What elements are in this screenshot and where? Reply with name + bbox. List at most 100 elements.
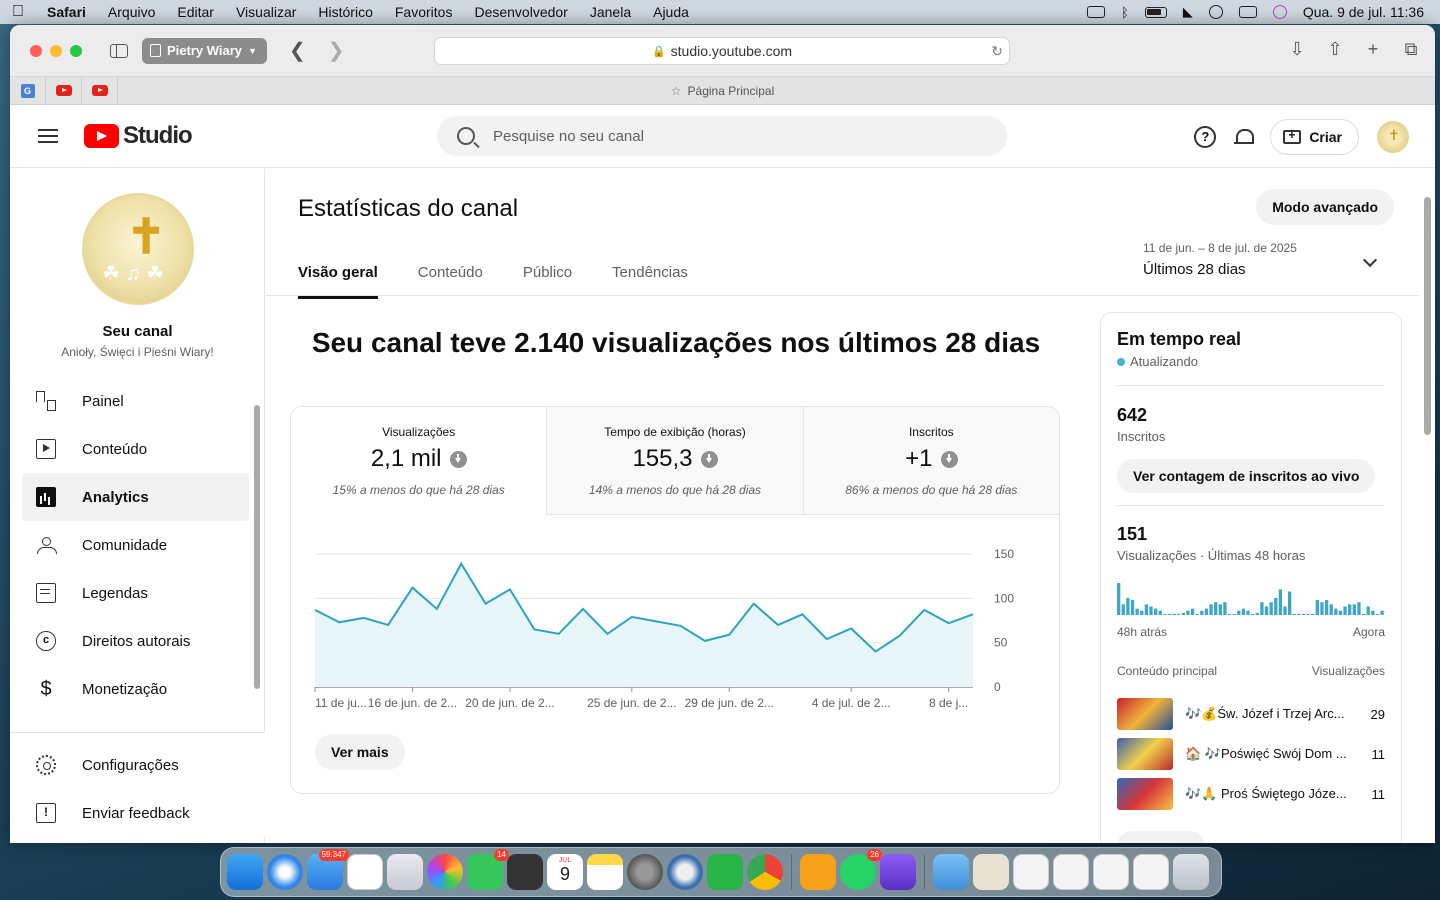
keyboard-input-icon[interactable] bbox=[1087, 6, 1106, 18]
wifi-icon[interactable]: ◣ bbox=[1183, 4, 1193, 20]
forward-icon[interactable]: ❯ bbox=[328, 38, 345, 63]
top-content-row[interactable]: 🏠 🎶Poświęć Swój Dom ... 11 bbox=[1117, 738, 1385, 770]
pages-icon[interactable] bbox=[800, 854, 836, 890]
views-line-chart[interactable]: 0 50 100 150 11 de ju... 16 de jun. de 2... 20… bbox=[291, 515, 1060, 725]
finder-icon[interactable] bbox=[227, 854, 263, 890]
create-button[interactable]: Criar bbox=[1270, 119, 1359, 155]
menu-historico[interactable]: Histórico bbox=[307, 4, 383, 20]
apple-menu-icon[interactable]:  bbox=[0, 3, 36, 21]
top-content-row[interactable]: 🎶💰Św. Józef i Trzej Arc... 29 bbox=[1117, 698, 1385, 730]
top-content-row[interactable]: 🎶🙏 Proś Świętego Józe... 11 bbox=[1117, 778, 1385, 810]
new-tab-icon[interactable]: + bbox=[1363, 39, 1383, 60]
sidebar-item-painel[interactable]: Painel bbox=[22, 377, 249, 425]
search-input[interactable] bbox=[493, 127, 963, 145]
live-subscriber-count-button[interactable]: Ver contagem de inscritos ao vivo bbox=[1117, 459, 1376, 493]
mail-icon[interactable]: 59.347 bbox=[307, 849, 349, 890]
downloads-folder-icon[interactable] bbox=[933, 854, 969, 890]
sidebar-item-conteudo[interactable]: Conteúdo bbox=[22, 425, 249, 473]
zoom-window-button[interactable] bbox=[70, 44, 82, 57]
tab-overview-icon[interactable]: ⧉ bbox=[1401, 39, 1421, 60]
siri-icon[interactable] bbox=[1272, 5, 1287, 19]
realtime-bar bbox=[1306, 614, 1310, 615]
whatsapp-icon[interactable]: 26 bbox=[840, 849, 882, 890]
pinned-tab-translate[interactable]: G bbox=[10, 76, 46, 105]
menu-editar[interactable]: Editar bbox=[166, 4, 225, 20]
studio-logo-text: Studio bbox=[123, 122, 193, 149]
tab-publico[interactable]: Público bbox=[523, 264, 572, 299]
active-tab[interactable]: ☆ Página Principal bbox=[10, 84, 1435, 98]
menu-favoritos[interactable]: Favoritos bbox=[384, 4, 464, 20]
sidebar-item-configuracoes[interactable]: Configurações bbox=[22, 741, 253, 789]
see-more-button[interactable]: Ver mais bbox=[315, 734, 405, 770]
sidebar-item-enviar-feedback[interactable]: ! Enviar feedback bbox=[22, 789, 253, 837]
menu-arquivo[interactable]: Arquivo bbox=[97, 4, 166, 20]
menu-app-name[interactable]: Safari bbox=[36, 4, 97, 20]
page-scrollbar[interactable] bbox=[1424, 197, 1431, 435]
capcut-icon[interactable] bbox=[347, 854, 383, 890]
calendar-icon[interactable]: JUL 9 bbox=[547, 854, 583, 890]
sidebar-item-comunidade[interactable]: Comunidade bbox=[22, 521, 249, 569]
pinned-tab-youtube[interactable] bbox=[46, 76, 82, 105]
facetime-icon[interactable]: 14 bbox=[467, 849, 509, 890]
document-icon[interactable] bbox=[1053, 854, 1089, 890]
studio-logo[interactable]: Studio bbox=[84, 122, 193, 150]
menu-visualizar[interactable]: Visualizar bbox=[225, 4, 307, 20]
quicktime-icon[interactable] bbox=[667, 854, 703, 890]
menu-bar-clock[interactable]: Qua. 9 de jul. 11:36 bbox=[1303, 4, 1424, 20]
sidebar-item-direitos-autorais[interactable]: c Direitos autorais bbox=[22, 617, 249, 665]
live-dot-icon bbox=[1117, 357, 1125, 366]
metric-watch-time[interactable]: Tempo de exibição (horas) 155,3 14% a me… bbox=[546, 407, 803, 515]
sidebar-item-legendas[interactable]: Legendas bbox=[22, 569, 249, 617]
system-settings-icon[interactable] bbox=[627, 854, 663, 890]
minimize-window-button[interactable] bbox=[50, 44, 62, 57]
wallet-icon[interactable] bbox=[880, 854, 916, 890]
date-range-picker[interactable]: 11 de jun. – 8 de jul. de 2025 Últimos 2… bbox=[1143, 241, 1383, 278]
close-window-button[interactable] bbox=[30, 44, 42, 57]
trash-icon[interactable] bbox=[1173, 854, 1209, 890]
tab-tendencias[interactable]: Tendências bbox=[612, 264, 688, 299]
menu-janela[interactable]: Janela bbox=[579, 4, 642, 20]
calculator-icon[interactable] bbox=[507, 854, 543, 890]
sidebar-item-monetizacao[interactable]: $ Monetização bbox=[22, 665, 249, 713]
numbers-icon[interactable] bbox=[707, 854, 743, 890]
document-icon[interactable] bbox=[1013, 854, 1049, 890]
menu-icon[interactable] bbox=[38, 129, 58, 143]
realtime-bar-chart[interactable] bbox=[1117, 581, 1385, 615]
document-icon[interactable] bbox=[1093, 854, 1129, 890]
channel-avatar[interactable]: ✝ ☘ ♫ ☘ bbox=[82, 193, 194, 305]
sidebar-scrollbar[interactable] bbox=[254, 405, 260, 689]
document-icon[interactable] bbox=[973, 854, 1009, 890]
bluetooth-icon[interactable]: ᛒ bbox=[1121, 5, 1129, 20]
back-icon[interactable]: ❮ bbox=[289, 38, 306, 63]
address-bar[interactable]: 🔒 studio.youtube.com ↻ bbox=[434, 37, 1010, 65]
metric-subscribers[interactable]: Inscritos +1 86% a menos do que há 28 di… bbox=[802, 407, 1059, 515]
pinned-tab-youtube-studio[interactable] bbox=[82, 76, 118, 105]
account-avatar[interactable] bbox=[1377, 121, 1409, 153]
help-icon[interactable]: ? bbox=[1194, 126, 1217, 148]
menu-ajuda[interactable]: Ajuda bbox=[642, 4, 700, 20]
spotlight-search-icon[interactable] bbox=[1208, 5, 1223, 19]
metric-views[interactable]: Visualizações 2,1 mil 15% a menos do que… bbox=[291, 407, 547, 515]
realtime-bar bbox=[1167, 614, 1172, 615]
realtime-more-button[interactable] bbox=[1117, 831, 1205, 843]
browser-profile-button[interactable]: Pietry Wiary ▼ bbox=[142, 37, 267, 64]
share-icon[interactable]: ⇧ bbox=[1325, 39, 1345, 60]
control-center-icon[interactable] bbox=[1238, 6, 1257, 18]
sidebar-toggle-icon[interactable] bbox=[110, 43, 128, 58]
battery-icon[interactable] bbox=[1144, 6, 1167, 18]
search-icon[interactable] bbox=[457, 127, 475, 145]
notifications-bell-icon[interactable] bbox=[1234, 127, 1255, 147]
menu-desenvolvedor[interactable]: Desenvolvedor bbox=[463, 4, 578, 20]
chrome-icon[interactable] bbox=[747, 854, 783, 890]
notes-icon[interactable] bbox=[587, 854, 623, 890]
reload-icon[interactable]: ↻ bbox=[991, 43, 1003, 60]
safari-icon[interactable] bbox=[267, 854, 303, 890]
launchpad-icon[interactable] bbox=[387, 854, 423, 890]
photos-icon[interactable] bbox=[427, 854, 463, 890]
sidebar-item-analytics[interactable]: Analytics bbox=[22, 473, 249, 521]
tab-conteudo[interactable]: Conteúdo bbox=[418, 264, 483, 299]
advanced-mode-button[interactable]: Modo avançado bbox=[1256, 189, 1394, 225]
downloads-icon[interactable]: ⇩ bbox=[1287, 39, 1307, 60]
document-icon[interactable] bbox=[1133, 854, 1169, 890]
tab-visao-geral[interactable]: Visão geral bbox=[298, 264, 378, 299]
